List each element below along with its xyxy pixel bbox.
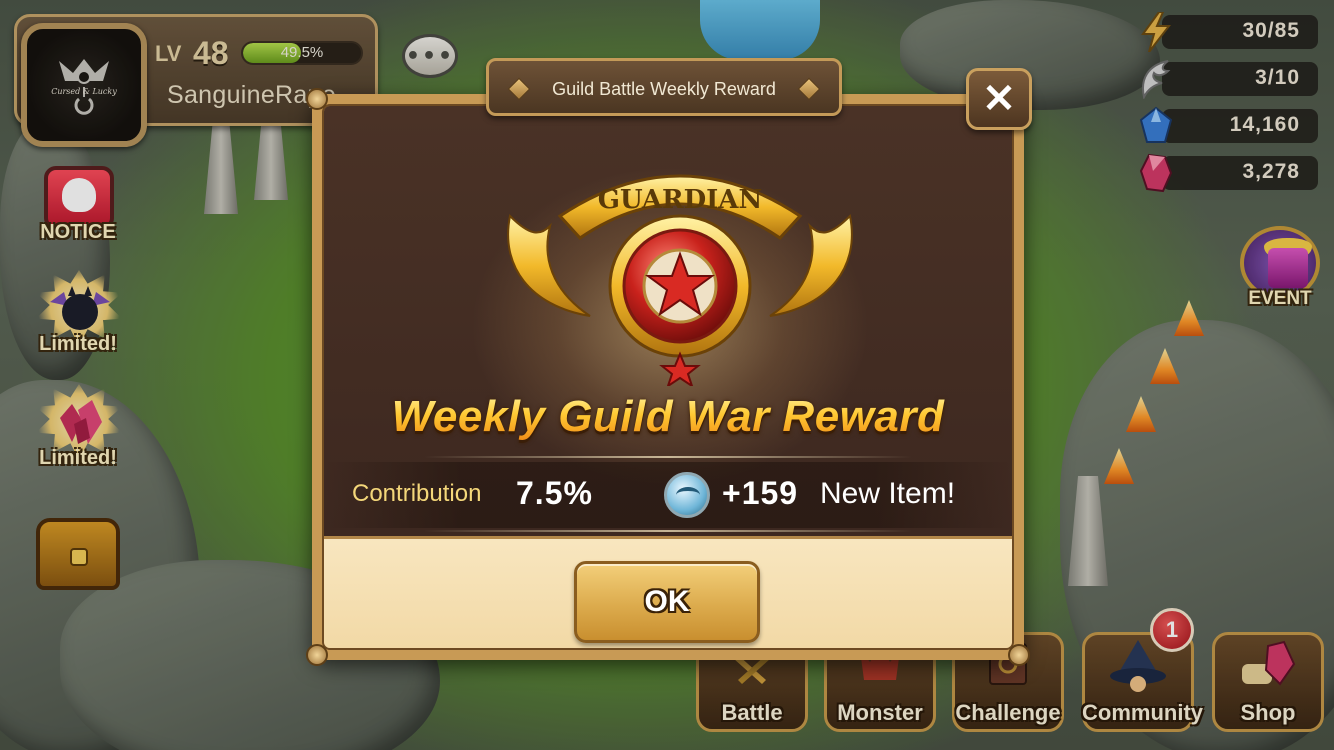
divider (424, 530, 912, 532)
reward-amount: +159 (722, 475, 799, 511)
corner-ornament (306, 644, 328, 666)
guardian-rank-emblem-icon: GUARDIAN (507, 174, 853, 386)
divider (424, 456, 912, 458)
reward-dialog: GUARDIAN Weekly Guild War Reward Contrib… (306, 88, 1030, 666)
reward-headline: Weekly Guild War Reward (324, 392, 1012, 442)
guild-point-icon (664, 472, 710, 518)
reward-display-area: GUARDIAN Weekly Guild War Reward Contrib… (324, 106, 1012, 536)
emblem-rank-text: GUARDIAN (598, 185, 763, 215)
corner-ornament (1008, 644, 1030, 666)
close-icon: ✕ (982, 77, 1016, 121)
dialog-title: Guild Battle Weekly Reward (552, 79, 776, 99)
dialog-footer: OK (324, 536, 1012, 648)
new-item-label: New Item! (820, 477, 956, 510)
reward-info-row: Contribution 7.5% +159 New Item! (324, 462, 1012, 528)
reward-dialog-body: GUARDIAN Weekly Guild War Reward Contrib… (322, 104, 1014, 650)
swirl-glyph (676, 487, 700, 503)
ok-button[interactable]: OK (574, 561, 760, 643)
close-button[interactable]: ✕ (966, 68, 1032, 130)
contribution-value: 7.5% (516, 475, 593, 511)
corner-ornament (306, 88, 328, 110)
ok-button-label: OK (644, 585, 690, 618)
contribution-label: Contribution (352, 480, 482, 507)
dialog-title-tab: Guild Battle Weekly Reward (486, 58, 842, 116)
